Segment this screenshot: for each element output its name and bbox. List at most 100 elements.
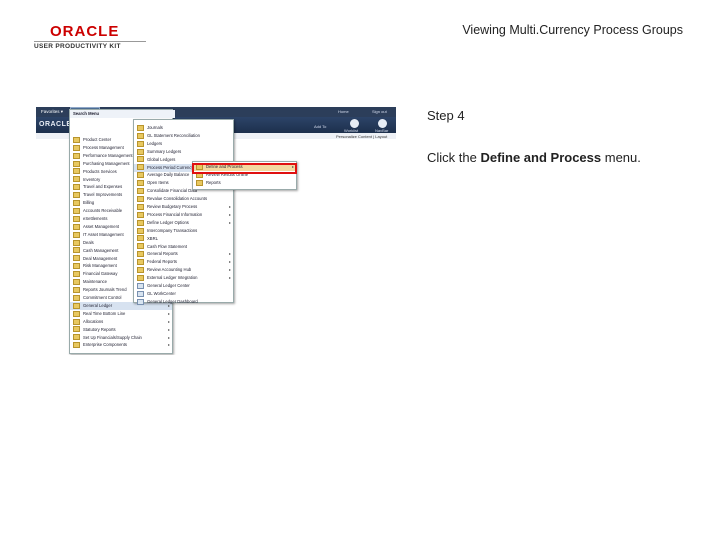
menu-item-external-ledger-integration[interactable]: External Ledger Integration ▸: [134, 274, 233, 282]
folder-icon: [73, 318, 80, 325]
menu-item-allocations[interactable]: Allocations ▸: [70, 318, 172, 326]
app-screenshot: Favorites ▾ Main Menu ORACLE Home Sign o…: [36, 107, 396, 355]
menu-item-review-budgetary-process[interactable]: Review Budgetary Process ▸: [134, 203, 233, 211]
menu-item-define-ledger-options[interactable]: Define Ledger Options ▸: [134, 219, 233, 227]
menu-item-cash-flow-statement[interactable]: Cash Flow Statement: [134, 243, 233, 251]
folder-icon: [73, 247, 80, 254]
tab-favorites[interactable]: Favorites ▾: [38, 108, 66, 116]
menu-item-label: Billing: [83, 200, 95, 206]
instruction-suffix: menu.: [601, 150, 641, 165]
menu-item-label: Process Period Currency: [147, 164, 194, 170]
menu-item-general-ledger-center[interactable]: General Ledger Center: [134, 282, 233, 290]
home-link[interactable]: Home: [338, 109, 349, 114]
folder-icon: [73, 294, 80, 301]
chevron-right-icon: ▸: [167, 318, 170, 324]
target-highlight: [192, 163, 297, 174]
menu-item-review-accounting-hub[interactable]: Review Accounting Hub ▸: [134, 266, 233, 274]
folder-icon: [73, 200, 80, 207]
personalize-link[interactable]: Personalize Content | Layout: [336, 134, 387, 139]
menu-item-label: Reports: [206, 180, 221, 186]
instruction-target: Define and Process: [480, 150, 602, 165]
folder-icon: [73, 302, 80, 309]
folder-icon: [73, 152, 80, 159]
folder-icon: [137, 235, 144, 242]
step-label: Step 4: [427, 108, 465, 123]
folder-icon: [137, 195, 144, 202]
folder-icon: [73, 223, 80, 230]
folder-icon: [137, 259, 144, 266]
folder-icon: [73, 136, 80, 143]
menu-item-statutory-reports[interactable]: Statutory Reports ▸: [70, 326, 172, 334]
menu-item-label: Deal Management: [83, 255, 118, 261]
document-icon: [137, 282, 144, 289]
general-ledger-submenu: Journals GL Statement Reconciliation Ledge…: [133, 119, 234, 306]
menu-item-label: Products Services: [83, 168, 117, 174]
instruction-prefix: Click the: [427, 150, 481, 165]
folder-icon: [137, 188, 144, 195]
menu-item-label: Travel Improvements: [83, 192, 123, 198]
folder-icon: [137, 274, 144, 281]
folder-icon: [73, 144, 80, 151]
menu-item-label: Journals: [147, 125, 163, 130]
folder-icon: [73, 184, 80, 191]
menu-item-general-ledger-dashboard[interactable]: General Ledger Dashboard: [134, 298, 233, 306]
menu-item-reports[interactable]: Reports: [193, 179, 296, 187]
menu-item-label: Global Ledgers: [147, 156, 176, 162]
menu-item-label: Process Financial Information: [147, 211, 203, 217]
menu-item-gl-statement-reconciliation[interactable]: GL Statement Reconciliation: [134, 132, 233, 140]
folder-icon: [73, 310, 80, 317]
menu-item-enterprise-components[interactable]: Enterprise Components ▸: [70, 341, 172, 349]
menu-item-label: Ledgers: [147, 140, 163, 146]
menu-item-gl-workcenter[interactable]: GL WorkCenter: [134, 290, 233, 298]
menu-item-label: Inventory: [83, 176, 101, 182]
sign-out-link[interactable]: Sign out: [372, 109, 387, 114]
folder-icon: [73, 231, 80, 238]
navbar-icon[interactable]: [378, 119, 387, 128]
menu-item-label: General Reports: [147, 251, 178, 257]
document-icon: [137, 290, 144, 297]
menu-item-general-reports[interactable]: General Reports ▸: [134, 250, 233, 258]
menu-item-label: Revalue Consolidation Accounts: [147, 196, 208, 202]
folder-icon: [137, 180, 144, 187]
menu-item-label: GL WorkCenter: [147, 290, 176, 296]
worklist-icon[interactable]: [350, 119, 359, 128]
menu-item-journals[interactable]: Journals: [134, 124, 233, 132]
menu-item-label: Financial Gateway: [83, 271, 118, 277]
folder-icon: [73, 207, 80, 214]
menu-item-label: eSettlements: [83, 216, 108, 221]
folder-icon: [73, 176, 80, 183]
menu-item-label: Consolidate Financial Data: [147, 188, 198, 194]
menu-item-process-financial-information[interactable]: Process Financial Information ▸: [134, 211, 233, 219]
folder-icon: [73, 271, 80, 278]
folder-icon: [137, 211, 144, 218]
menu-item-label: External Ledger Integration: [147, 275, 198, 281]
oracle-upk-logo: ORACLE USER PRODUCTIVITY KIT: [34, 24, 152, 50]
menu-item-real-time-bottom-line[interactable]: Real Time Bottom Line ▸: [70, 310, 172, 318]
menu-item-label: Allocations: [83, 318, 104, 324]
menu-item-intercompany-transactions[interactable]: Intercompany Transactions: [134, 227, 233, 235]
menu-item-label: Open Items: [147, 180, 169, 186]
folder-icon: [137, 219, 144, 226]
chevron-right-icon: ▸: [228, 251, 231, 257]
menu-item-federal-reports[interactable]: Federal Reports ▸: [134, 258, 233, 266]
add-to-link[interactable]: Add To: [314, 124, 326, 129]
chevron-right-icon: ▸: [167, 342, 170, 348]
menu-item-ledgers[interactable]: Ledgers: [134, 140, 233, 148]
folder-icon: [73, 286, 80, 293]
chevron-right-icon: ▸: [228, 267, 231, 273]
menu-item-label: Intercompany Transactions: [147, 227, 198, 233]
menu-item-revalue-consolidation-accounts[interactable]: Revalue Consolidation Accounts: [134, 195, 233, 203]
menu-item-summary-ledgers[interactable]: Summary Ledgers: [134, 148, 233, 156]
folder-icon: [73, 334, 80, 341]
folder-icon: [73, 239, 80, 246]
folder-icon: [73, 263, 80, 270]
menu-item-label: Maintenance: [83, 279, 107, 285]
menu-item-xbrl[interactable]: XBRL: [134, 235, 233, 243]
folder-icon: [73, 168, 80, 175]
folder-icon: [137, 140, 144, 147]
chevron-right-icon: ▸: [228, 204, 231, 209]
menu-item-label: Summary Ledgers: [147, 148, 182, 154]
menu-item-set-up-financials-supply-chain[interactable]: Set Up Financials/Supply Chain ▸: [70, 334, 172, 342]
upk-logo-text: USER PRODUCTIVITY KIT: [34, 43, 121, 50]
menu-item-label: IT Asset Management: [83, 231, 124, 237]
